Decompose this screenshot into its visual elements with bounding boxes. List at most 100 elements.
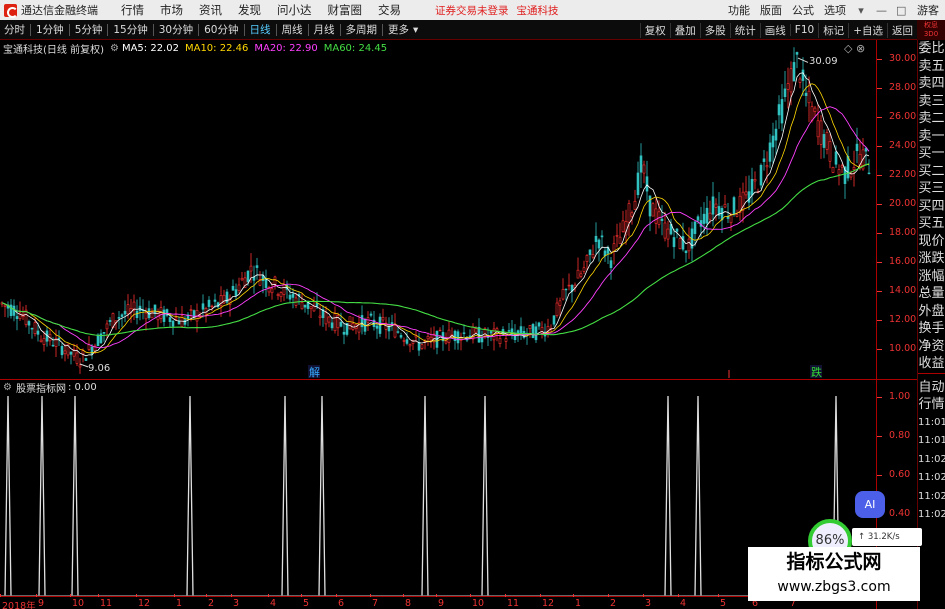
candle-body — [609, 260, 613, 269]
period-monthly[interactable]: 月线 — [310, 22, 339, 37]
btn-overlay[interactable]: 叠加 — [669, 22, 700, 38]
candle-body — [498, 338, 502, 344]
candle-body — [51, 344, 55, 347]
candle-body — [792, 62, 796, 82]
login-notice[interactable]: 证券交易未登录 — [435, 3, 509, 18]
menu-wealth[interactable]: 财富圈 — [320, 2, 371, 18]
maximize-icon[interactable]: □ — [891, 4, 911, 17]
side-label-auto[interactable]: 自动 — [918, 379, 945, 397]
period-60min[interactable]: 60分钟 — [200, 22, 242, 37]
menu-layout[interactable]: 版面 — [755, 2, 787, 18]
candle-body — [615, 235, 619, 237]
side-label[interactable]: 总量 — [918, 285, 945, 303]
ma-line — [1, 83, 870, 354]
btn-back[interactable]: 返回 — [887, 22, 917, 38]
candle-body — [402, 340, 406, 342]
x-tick-mark — [98, 594, 99, 597]
side-label[interactable]: 现价 — [918, 233, 945, 251]
side-label[interactable]: 买五 — [918, 215, 945, 233]
candle-body — [762, 158, 766, 162]
period-1min[interactable]: 1分钟 — [32, 22, 68, 37]
side-label[interactable]: 买四 — [918, 198, 945, 216]
side-label[interactable]: 卖四 — [918, 75, 945, 93]
indicator-spike — [318, 395, 326, 596]
x-tick-mark — [643, 594, 644, 597]
indicator-label: ⚙ 股票指标网 : 0.00 — [0, 380, 97, 395]
ai-button[interactable]: AI — [855, 491, 885, 518]
btn-multi-stock[interactable]: 多股 — [699, 22, 730, 38]
menu-market[interactable]: 市场 — [152, 2, 191, 18]
side-label[interactable]: 卖五 — [918, 58, 945, 76]
side-label[interactable]: 净资 — [918, 338, 945, 356]
candle-body — [816, 120, 820, 138]
candle-body — [585, 255, 589, 262]
menu-options[interactable]: 选项 — [819, 2, 851, 18]
candle-body — [474, 328, 478, 333]
side-label[interactable]: 收益 — [918, 355, 945, 373]
side-label[interactable]: 涨幅 — [918, 268, 945, 286]
btn-f10[interactable]: F10 — [789, 24, 818, 36]
candle-body — [159, 307, 163, 319]
menu-discover[interactable]: 发现 — [230, 2, 269, 18]
btn-draw[interactable]: 画线 — [759, 22, 790, 38]
minimize-icon[interactable]: — — [871, 4, 891, 17]
y-tick: 18.00 — [877, 227, 916, 238]
menu-formula[interactable]: 公式 — [787, 2, 819, 18]
more-dropdown-icon[interactable]: ▾ — [413, 24, 418, 36]
btn-statistics[interactable]: 统计 — [729, 22, 760, 38]
side-label[interactable]: 换手 — [918, 320, 945, 338]
candle-body — [396, 331, 400, 333]
period-weekly[interactable]: 周线 — [278, 22, 307, 37]
candle-body — [162, 309, 166, 322]
candle-body — [579, 273, 583, 277]
candle-body — [774, 128, 778, 141]
candle-body — [183, 319, 187, 325]
menu-dropdown-icon[interactable]: ▾ — [851, 4, 871, 17]
period-multi[interactable]: 多周期 — [342, 22, 382, 37]
toolbar-right: 复权 叠加 多股 统计 画线 F10 标记 +自选 返回 — [639, 20, 917, 40]
y-tick: 30.00 — [877, 53, 916, 64]
period-intraday[interactable]: 分时 — [0, 22, 29, 37]
indicator-gear-icon[interactable]: ⚙ — [3, 382, 12, 393]
period-more[interactable]: 更多 — [384, 22, 413, 37]
event-marker-drop: 跌 — [811, 365, 822, 379]
side-label-auto[interactable]: 行情 — [918, 396, 945, 414]
menu-trade[interactable]: 交易 — [370, 2, 409, 18]
candle-body — [822, 134, 826, 148]
stock-name-link[interactable]: 宝通科技 — [517, 3, 559, 18]
app-logo-icon — [4, 3, 18, 18]
period-30min[interactable]: 30分钟 — [155, 22, 197, 37]
side-label[interactable]: 卖一 — [918, 128, 945, 146]
user-guest[interactable]: 游客 — [911, 2, 945, 18]
btn-mark[interactable]: 标记 — [818, 22, 848, 38]
side-label[interactable]: 买三 — [918, 180, 945, 198]
candle-body — [339, 321, 343, 327]
candle-body — [807, 90, 811, 104]
watermark-brand: 指标公式网 www.zbgs3.com — [748, 547, 920, 601]
btn-add-watchlist[interactable]: +自选 — [848, 22, 887, 38]
candle-body — [813, 107, 817, 112]
candle-body — [759, 164, 763, 186]
menu-assistant[interactable]: 问小达 — [269, 2, 320, 18]
btn-restore-rights[interactable]: 复权 — [639, 22, 670, 38]
candle-body — [555, 302, 559, 316]
side-label[interactable]: 卖三 — [918, 93, 945, 111]
candle-body — [30, 327, 34, 330]
menu-function[interactable]: 功能 — [723, 2, 755, 18]
period-5min[interactable]: 5分钟 — [71, 22, 107, 37]
side-label[interactable]: 外盘 — [918, 303, 945, 321]
kline-chart[interactable]: 30.09 9.06 解 跌 — [0, 40, 876, 596]
candle-body — [537, 322, 541, 327]
side-label[interactable]: 买二 — [918, 163, 945, 181]
menu-quotes[interactable]: 行情 — [113, 2, 152, 18]
side-label[interactable]: 卖二 — [918, 110, 945, 128]
x-tick-mark — [136, 594, 137, 597]
side-label[interactable]: 涨跌 — [918, 250, 945, 268]
period-daily[interactable]: 日线 — [246, 22, 275, 37]
candle-body — [660, 218, 664, 221]
menu-news[interactable]: 资讯 — [191, 2, 230, 18]
side-label[interactable]: 买一 — [918, 145, 945, 163]
side-label[interactable]: 委比 — [918, 40, 945, 58]
candle-body — [504, 338, 508, 342]
period-15min[interactable]: 15分钟 — [109, 22, 151, 37]
